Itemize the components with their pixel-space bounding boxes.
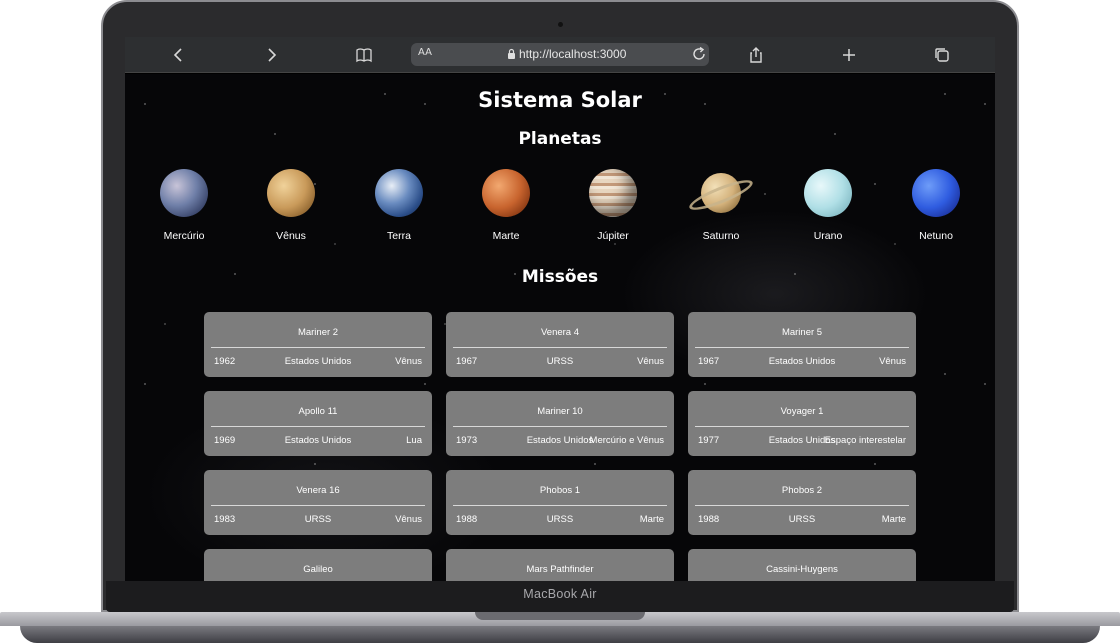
planet-item-venus[interactable]: Vênus (246, 169, 336, 242)
address-bar[interactable]: AA http://localhost:3000 (411, 43, 709, 66)
planet-name: Júpiter (597, 230, 629, 242)
mission-card[interactable]: Venera 4 1967 URSS Vênus (446, 312, 674, 377)
mission-name: Mariner 5 (781, 327, 823, 338)
card-divider (453, 426, 667, 427)
planets-heading: Planetas (518, 129, 602, 149)
jupiter-image (589, 169, 637, 217)
text-size-button[interactable]: AA (418, 47, 432, 58)
mission-target: Lua (406, 435, 422, 446)
card-divider (211, 347, 425, 348)
page-title: Sistema Solar (478, 88, 642, 112)
browser-window: AA http://localhost:3000 Sistema Solar P… (125, 37, 995, 581)
url-text: http://localhost:3000 (519, 47, 627, 61)
camera-dot (558, 22, 563, 27)
earth-image (375, 169, 423, 217)
share-icon[interactable] (744, 43, 768, 67)
planet-item-jupiter[interactable]: Júpiter (568, 169, 658, 242)
planet-name: Saturno (702, 230, 740, 242)
mission-target: Vênus (395, 514, 422, 525)
reload-icon[interactable] (691, 46, 707, 62)
planet-item-urano[interactable]: Urano (783, 169, 873, 242)
mission-name: Mariner 10 (537, 406, 583, 417)
laptop-base (0, 612, 1120, 643)
mission-target: Mercúrio e Vênus (589, 435, 664, 446)
planet-item-terra[interactable]: Terra (354, 169, 444, 242)
base-bottom (20, 626, 1100, 643)
card-divider (211, 505, 425, 506)
mission-target: Vênus (395, 356, 422, 367)
bookmarks-icon[interactable] (352, 43, 376, 67)
mission-name: Apollo 11 (298, 406, 338, 417)
tabs-overview-icon[interactable] (930, 43, 954, 67)
venus-image (267, 169, 315, 217)
mission-name: Galileo (303, 564, 333, 575)
mission-name: Voyager 1 (780, 406, 824, 417)
mission-name: Cassini-Huygens (766, 564, 838, 575)
mission-card[interactable]: Voyager 1 1977 Estados Unidos Espaço int… (688, 391, 916, 456)
planet-item-mercurio[interactable]: Mercúrio (139, 169, 229, 242)
card-divider (453, 505, 667, 506)
device-label: MacBook Air (523, 587, 597, 601)
mission-target: Vênus (637, 356, 664, 367)
planet-name: Mercúrio (163, 230, 205, 242)
mission-name: Mars Pathfinder (526, 564, 594, 575)
neptune-image (912, 169, 960, 217)
web-page: Sistema Solar Planetas Mercúrio Vênus Te… (125, 74, 995, 581)
mission-card[interactable]: Phobos 2 1988 URSS Marte (688, 470, 916, 535)
browser-toolbar: AA http://localhost:3000 (125, 37, 995, 73)
mission-card[interactable]: Venera 16 1983 URSS Vênus (204, 470, 432, 535)
new-tab-icon[interactable] (837, 43, 861, 67)
planet-item-saturno[interactable]: Saturno (676, 169, 766, 242)
planet-name: Terra (387, 230, 411, 242)
mission-name: Phobos 2 (781, 485, 823, 496)
mercury-image (160, 169, 208, 217)
mission-target: Vênus (879, 356, 906, 367)
card-divider (695, 426, 909, 427)
planet-item-marte[interactable]: Marte (461, 169, 551, 242)
mission-country: Estados Unidos (284, 435, 352, 446)
mission-target: Marte (881, 514, 906, 525)
mission-target: Espaço interestelar (824, 435, 906, 446)
lock-icon (508, 48, 515, 59)
saturn-ring (686, 174, 756, 216)
mission-target: Marte (639, 514, 664, 525)
planet-name: Vênus (276, 230, 306, 242)
mission-name: Venera 4 (540, 327, 580, 338)
planet-name: Urano (813, 230, 843, 242)
mission-name: Mariner 2 (297, 327, 339, 338)
opening-notch (475, 612, 645, 620)
mission-card[interactable]: Mariner 2 1962 Estados Unidos Vênus (204, 312, 432, 377)
mission-name: Venera 16 (296, 485, 340, 496)
missions-heading: Missões (521, 267, 599, 287)
card-divider (695, 505, 909, 506)
mission-card[interactable]: Mars Pathfinder (446, 549, 674, 581)
laptop-chin: MacBook Air (106, 581, 1014, 612)
mission-card[interactable]: Mariner 5 1967 Estados Unidos Vênus (688, 312, 916, 377)
mission-card[interactable]: Cassini-Huygens (688, 549, 916, 581)
mission-card[interactable]: Phobos 1 1988 URSS Marte (446, 470, 674, 535)
card-divider (211, 426, 425, 427)
back-icon[interactable] (167, 43, 191, 67)
uranus-image (804, 169, 852, 217)
card-divider (695, 347, 909, 348)
planet-item-netuno[interactable]: Netuno (891, 169, 981, 242)
mission-card[interactable]: Galileo (204, 549, 432, 581)
planet-name: Marte (492, 230, 520, 242)
saturn-image (686, 173, 756, 216)
planet-name: Netuno (919, 230, 953, 242)
mission-card[interactable]: Mariner 10 1973 Estados Unidos Mercúrio … (446, 391, 674, 456)
planet-list: Mercúrio Vênus Terra Marte Júpiter Satur… (125, 169, 995, 249)
mars-image (482, 169, 530, 217)
mission-name: Phobos 1 (539, 485, 581, 496)
card-divider (453, 347, 667, 348)
mission-card[interactable]: Apollo 11 1969 Estados Unidos Lua (204, 391, 432, 456)
forward-icon[interactable] (259, 43, 283, 67)
